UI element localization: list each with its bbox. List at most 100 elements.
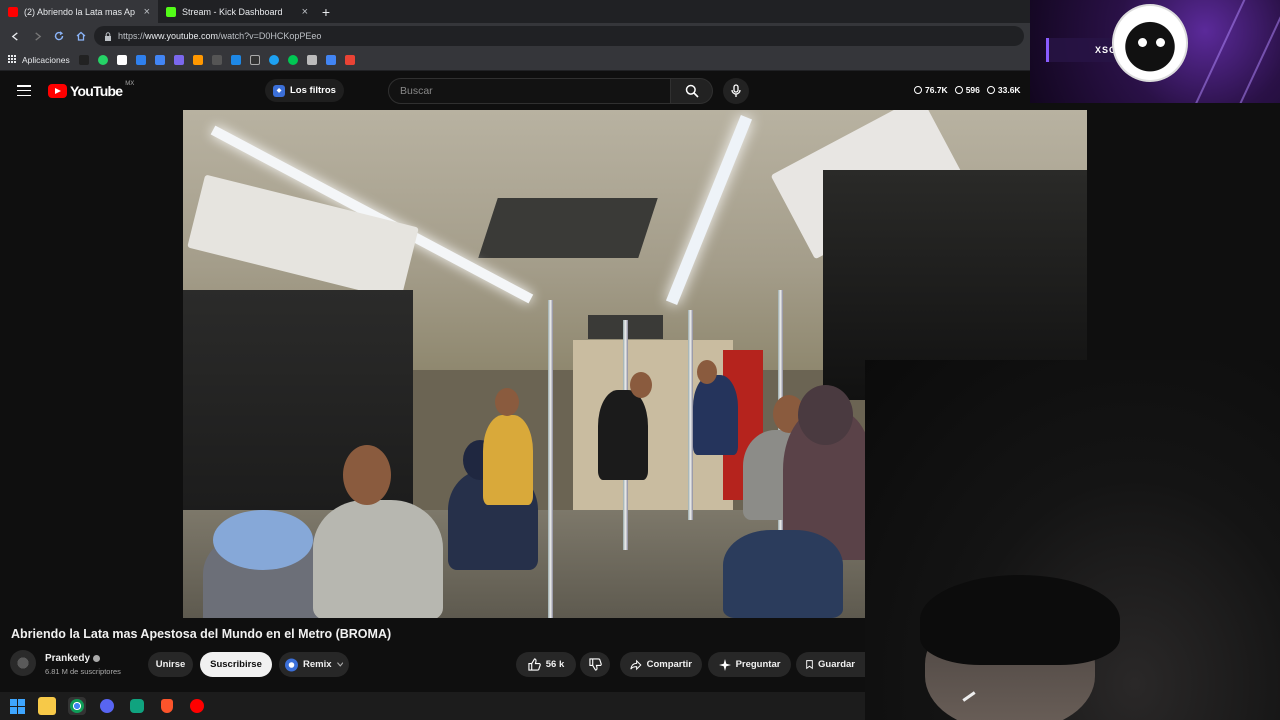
bookmark-icon[interactable] bbox=[78, 54, 89, 65]
voice-search-button[interactable] bbox=[723, 78, 749, 104]
join-button[interactable]: Unirse bbox=[148, 652, 193, 677]
video-title: Abriendo la Lata mas Apestosa del Mundo … bbox=[11, 627, 392, 641]
like-count: 56 k bbox=[545, 659, 565, 670]
ask-button[interactable]: Preguntar bbox=[708, 652, 791, 677]
video-scene-person bbox=[483, 415, 533, 505]
subscriber-count: 6.81 M de suscriptores bbox=[45, 667, 121, 676]
video-scene-pole bbox=[548, 300, 553, 618]
like-button[interactable]: 56 k bbox=[516, 652, 576, 677]
video-scene-person bbox=[693, 375, 738, 455]
stat-time: 76.7K bbox=[914, 85, 948, 95]
home-button[interactable] bbox=[72, 27, 90, 45]
bookmark-icon[interactable] bbox=[249, 54, 260, 65]
back-button[interactable] bbox=[6, 27, 24, 45]
youtube-favicon-icon bbox=[8, 6, 18, 17]
bookmark-icon[interactable] bbox=[192, 54, 203, 65]
bookmark-icon[interactable] bbox=[211, 54, 222, 65]
bookmark-apps[interactable]: Aplicaciones bbox=[8, 55, 70, 65]
video-scene-person bbox=[343, 445, 391, 505]
apps-label: Aplicaciones bbox=[22, 54, 70, 65]
twitch-icon[interactable] bbox=[173, 54, 184, 65]
channel-name-row[interactable]: Prankedy bbox=[45, 653, 101, 664]
video-scene-person bbox=[313, 500, 443, 618]
dislike-button[interactable] bbox=[580, 652, 610, 677]
lock-icon bbox=[105, 31, 111, 41]
tab-youtube[interactable]: (2) Abriendo la Lata mas Ap × bbox=[0, 0, 158, 23]
clock-icon bbox=[914, 86, 922, 94]
filter-extension-icon: ◆ bbox=[273, 84, 285, 97]
youtube-play-icon bbox=[48, 84, 67, 98]
new-tab-button[interactable]: + bbox=[316, 0, 336, 23]
whatsapp-icon[interactable] bbox=[97, 54, 108, 65]
bookmarks-bar: Aplicaciones bbox=[0, 49, 1030, 71]
save-button[interactable]: Guardar bbox=[796, 652, 865, 677]
tab-kick-dashboard[interactable]: Stream - Kick Dashboard × bbox=[158, 0, 316, 23]
bookmark-icon[interactable] bbox=[135, 54, 146, 65]
video-scene-person bbox=[697, 360, 717, 384]
video-scene-person bbox=[630, 372, 652, 398]
windows-start-icon[interactable] bbox=[8, 697, 26, 715]
brave-icon[interactable] bbox=[158, 697, 176, 715]
country-code: MX bbox=[125, 81, 135, 87]
url-field[interactable]: https://www.youtube.com/watch?v=D0HCKopP… bbox=[94, 26, 1024, 46]
chevron-down-icon bbox=[336, 662, 343, 667]
avatar-eye bbox=[1156, 38, 1165, 47]
close-icon[interactable]: × bbox=[302, 6, 308, 18]
video-scene-person bbox=[723, 530, 843, 618]
screen: (2) Abriendo la Lata mas Ap × Stream - K… bbox=[0, 0, 1280, 720]
bookmark-icon[interactable] bbox=[306, 54, 317, 65]
video-scene-person bbox=[495, 388, 519, 416]
join-label: Unirse bbox=[155, 659, 186, 670]
reload-button[interactable] bbox=[50, 27, 68, 45]
thumbs-up-icon bbox=[528, 658, 541, 671]
remix-button[interactable]: Remix bbox=[279, 652, 349, 677]
gmail-icon[interactable] bbox=[344, 54, 355, 65]
search-input[interactable]: Buscar bbox=[388, 78, 671, 104]
share-label: Compartir bbox=[646, 659, 692, 670]
webcam-feed bbox=[865, 360, 1280, 720]
youtube-header: YouTube MX ◆ Los filtros Buscar 76.7K 59… bbox=[0, 71, 1030, 110]
taskbar bbox=[0, 692, 865, 720]
lightning-decoration bbox=[1194, 0, 1248, 103]
bookmark-icon[interactable] bbox=[325, 54, 336, 65]
remix-icon bbox=[285, 658, 298, 671]
video-scene-vent bbox=[478, 198, 658, 258]
share-button[interactable]: Compartir bbox=[620, 652, 702, 677]
channel-avatar[interactable] bbox=[10, 650, 36, 676]
arrow-left-icon bbox=[11, 31, 18, 41]
chatgpt-icon[interactable] bbox=[128, 697, 146, 715]
youtube-app-icon[interactable] bbox=[188, 697, 206, 715]
subscribe-label: Suscribirse bbox=[210, 659, 262, 670]
bookmark-icon[interactable] bbox=[268, 54, 279, 65]
file-explorer-icon[interactable] bbox=[38, 697, 56, 715]
bookmark-icon[interactable] bbox=[230, 54, 241, 65]
discord-icon[interactable] bbox=[98, 697, 116, 715]
forward-button[interactable] bbox=[28, 27, 46, 45]
video-scene-person bbox=[598, 390, 648, 480]
youtube-logo[interactable]: YouTube MX bbox=[48, 81, 135, 99]
bookmark-icon[interactable] bbox=[116, 54, 127, 65]
lightning-decoration bbox=[1229, 15, 1280, 103]
video-scene-person bbox=[798, 385, 853, 445]
eye-icon bbox=[954, 86, 963, 94]
chrome-icon[interactable] bbox=[68, 697, 86, 715]
overlay-avatar bbox=[1112, 4, 1188, 82]
bookmark-icon[interactable] bbox=[287, 54, 298, 65]
thumbs-down-icon bbox=[588, 658, 602, 671]
close-icon[interactable]: × bbox=[144, 6, 150, 18]
stat-views: 596 bbox=[954, 85, 980, 95]
filters-button[interactable]: ◆ Los filtros bbox=[265, 79, 344, 102]
verified-icon bbox=[93, 655, 101, 662]
share-icon bbox=[630, 659, 642, 670]
ask-label: Preguntar bbox=[735, 659, 781, 670]
menu-icon[interactable] bbox=[17, 85, 31, 96]
save-label: Guardar bbox=[818, 659, 855, 670]
subscribe-button[interactable]: Suscribirse bbox=[200, 652, 272, 677]
address-bar-row: https://www.youtube.com/watch?v=D0HCKopP… bbox=[0, 23, 1030, 49]
search-button[interactable] bbox=[671, 78, 713, 104]
bookmark-icon[interactable] bbox=[154, 54, 165, 65]
channel-name: Prankedy bbox=[45, 653, 91, 664]
microphone-icon bbox=[731, 84, 741, 97]
apps-grid-icon bbox=[8, 55, 17, 64]
kick-favicon-icon bbox=[166, 6, 176, 17]
